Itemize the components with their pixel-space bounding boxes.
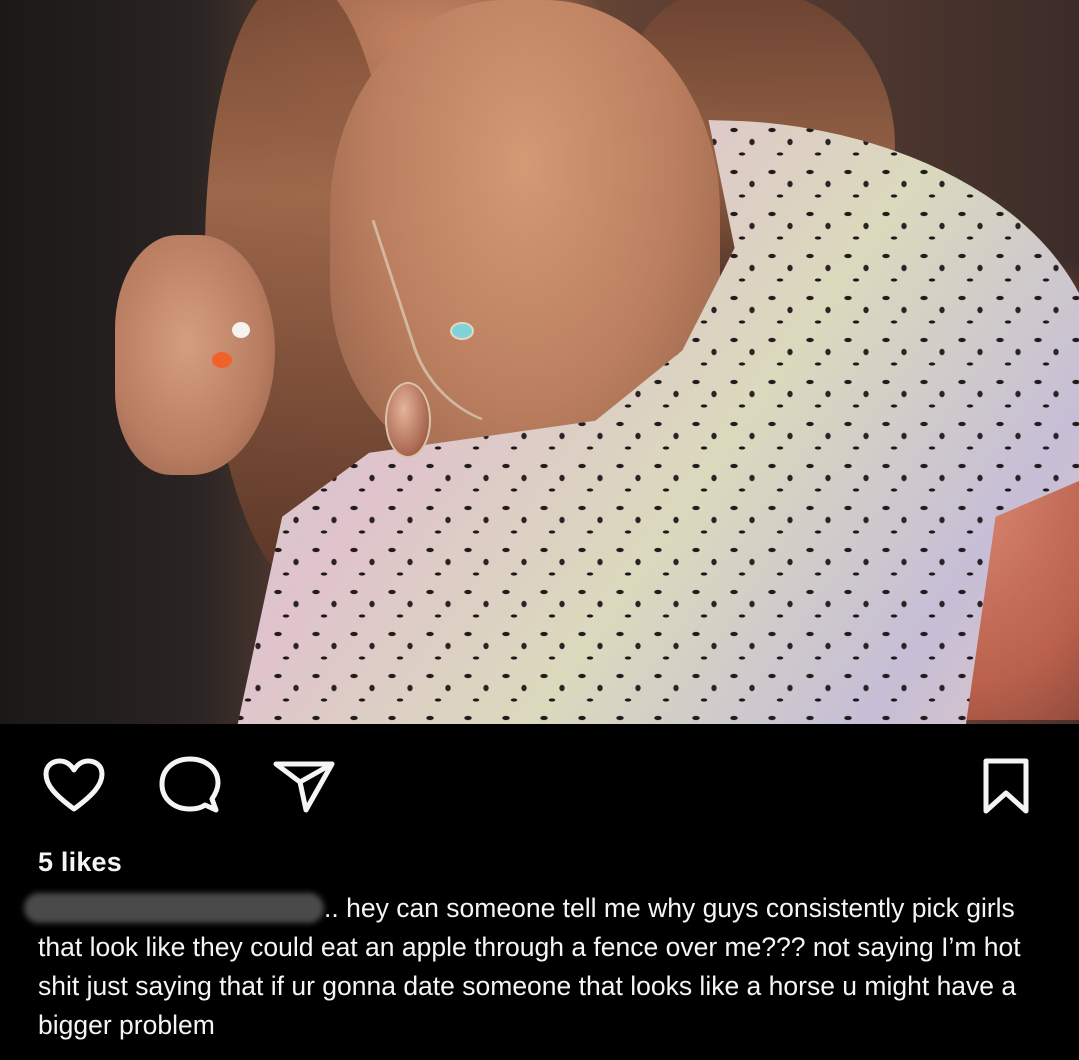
post-photo[interactable] — [0, 0, 1079, 724]
share-icon — [273, 761, 335, 813]
comment-button[interactable] — [158, 754, 222, 818]
caption: .. hey can someone tell me why guys cons… — [24, 889, 1048, 1045]
share-button[interactable] — [272, 754, 336, 818]
bookmark-icon — [983, 758, 1029, 814]
save-button[interactable] — [974, 754, 1038, 818]
heart-icon — [43, 758, 105, 812]
redacted-username[interactable] — [24, 893, 324, 923]
action-bar — [0, 740, 1079, 830]
caption-prefix: .. — [324, 893, 339, 923]
photo-pendant — [385, 382, 431, 458]
like-button[interactable] — [42, 754, 106, 818]
likes-count[interactable]: 5 likes — [38, 847, 122, 878]
photo-turquoise-charm — [450, 322, 474, 340]
photo-nail-white — [232, 322, 250, 338]
photo-nail-orange — [212, 352, 232, 368]
comment-icon — [159, 756, 221, 813]
